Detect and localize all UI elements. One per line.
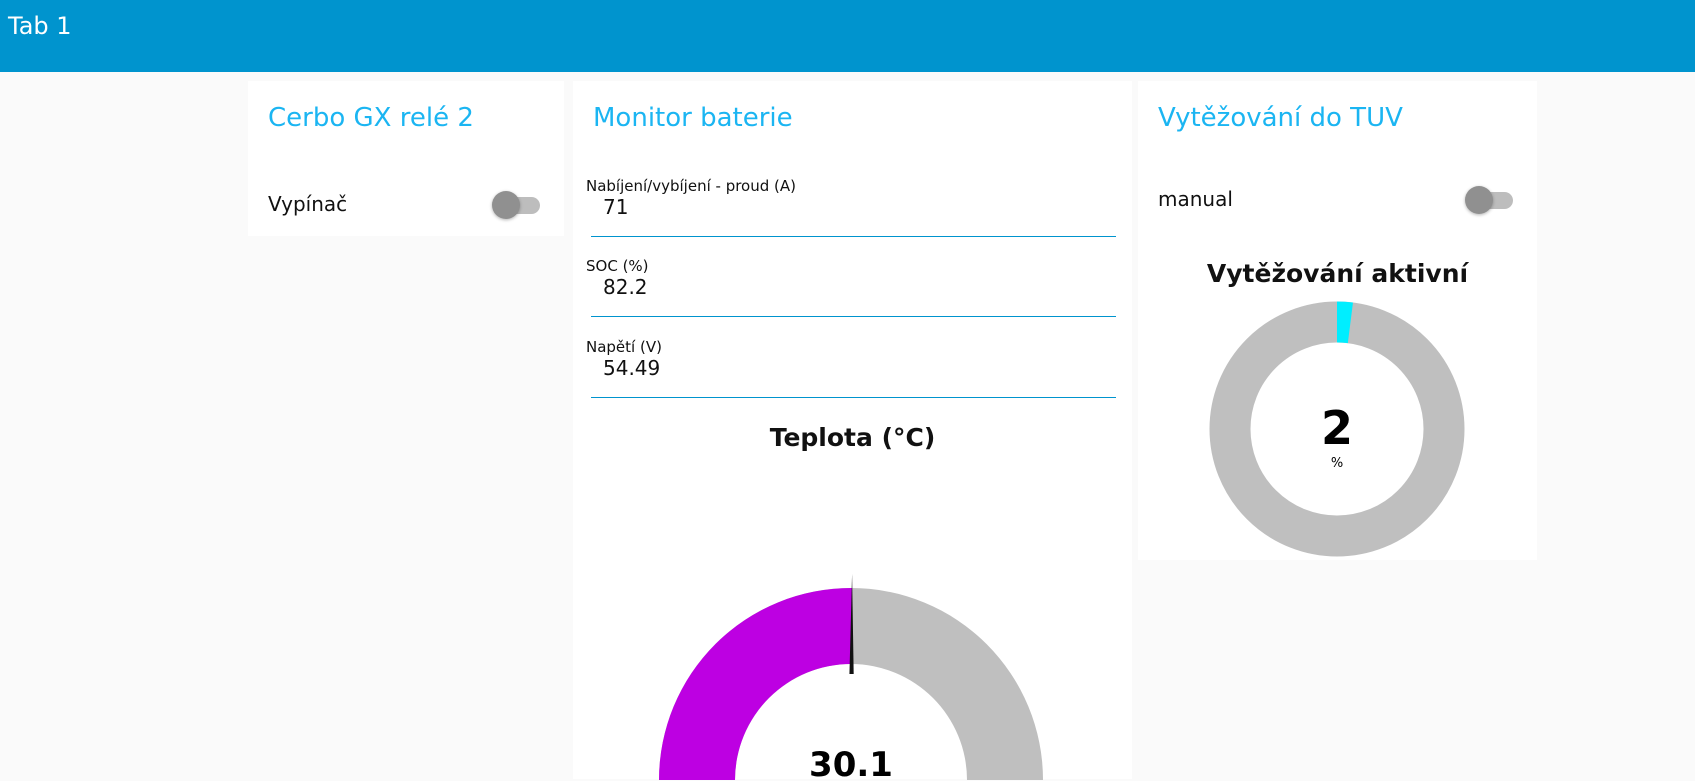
current-field: Nabíjení/vybíjení - proud (A) 71: [586, 177, 1116, 237]
card-title: Monitor baterie: [593, 103, 793, 133]
field-label: SOC (%): [586, 257, 649, 275]
field-value: 54.49: [603, 356, 661, 380]
card-title: Vytěžování do TUV: [1158, 103, 1403, 133]
field-label: Napětí (V): [586, 338, 662, 356]
field-value: 71: [603, 195, 629, 219]
tuv-donut: 2 %: [1209, 301, 1465, 557]
soc-field: SOC (%) 82.2: [586, 257, 1116, 317]
temperature-gauge: 30.1 °C 0 60: [659, 574, 1043, 781]
tab-title: Tab 1: [8, 12, 72, 40]
gauge-value: 30.1: [809, 745, 893, 781]
donut-fill: [1336, 301, 1353, 344]
switch-row-manual: manual: [1158, 181, 1517, 217]
switch-row-vypinac: Vypínač: [268, 186, 544, 222]
card-cerbo-relay: Cerbo GX relé 2 Vypínač: [248, 81, 564, 236]
app-header: Tab 1: [0, 0, 1695, 72]
card-battery-monitor: Monitor baterie Nabíjení/vybíjení - prou…: [573, 81, 1132, 781]
switch-label: Vypínač: [268, 192, 348, 216]
vypinac-toggle[interactable]: [492, 189, 544, 219]
donut-value: 2: [1321, 401, 1353, 455]
field-label: Nabíjení/vybíjení - proud (A): [586, 177, 796, 195]
manual-toggle[interactable]: [1465, 184, 1517, 214]
gauge-title: Teplota (°C): [769, 423, 936, 452]
card-tuv: Vytěžování do TUV manual Vytěžování akti…: [1138, 81, 1537, 560]
switch-label: manual: [1158, 187, 1233, 211]
card-title: Cerbo GX relé 2: [268, 103, 474, 133]
field-value: 82.2: [603, 275, 648, 299]
donut-units: %: [1331, 456, 1343, 471]
donut-title: Vytěžování aktivní: [1206, 259, 1469, 288]
voltage-field: Napětí (V) 54.49: [586, 338, 1116, 398]
